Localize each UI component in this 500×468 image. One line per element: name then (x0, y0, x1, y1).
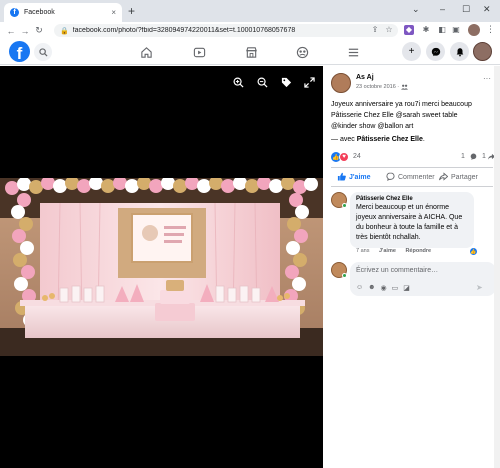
sticker-icon[interactable]: ◪ (403, 284, 410, 292)
comment-placeholder: Écrivez un commentaire… (356, 267, 439, 274)
comment-bubble: Pâtisserie Chez Elle Merci beaucoup et u… (350, 192, 474, 248)
current-user-avatar[interactable] (331, 262, 347, 278)
groups-icon[interactable] (294, 44, 310, 60)
facebook-favicon-icon: f (10, 8, 19, 17)
composer-tools: ☺ ☻ ◉ ▭ ◪ (356, 284, 410, 292)
share-arrow-icon (439, 172, 449, 183)
browser-profile-avatar[interactable] (468, 24, 480, 36)
share-button[interactable]: Partager (439, 171, 478, 184)
fullscreen-icon[interactable] (303, 76, 315, 88)
notifications-bell-icon[interactable] (450, 42, 469, 61)
zoom-in-icon[interactable] (232, 76, 244, 88)
online-status-dot (342, 273, 347, 278)
facebook-top-nav: f + (0, 39, 500, 65)
author-avatar[interactable] (331, 73, 351, 93)
share-page-icon[interactable]: ⇪ (370, 25, 380, 35)
side-panel-icon[interactable]: ▣ (451, 25, 461, 35)
like-button[interactable]: J'aime (337, 171, 371, 184)
caption-line: @kinder show @ballon art (331, 123, 414, 130)
commenter-name[interactable]: Pâtisserie Chez Elle (356, 196, 468, 202)
caption-line: Pâtisserie Chez Elle @sarah sweet table (331, 112, 458, 119)
search-icon[interactable] (34, 43, 52, 61)
comment-meta: 7 ans J'aime Répondre (356, 248, 439, 254)
menu-icon[interactable] (345, 44, 361, 60)
watch-video-icon[interactable] (191, 44, 207, 60)
close-window-button[interactable]: ✕ (483, 4, 491, 15)
author-name[interactable]: As Aj (356, 74, 374, 81)
comment-bubble-icon (386, 172, 395, 183)
back-icon[interactable]: ← (4, 26, 18, 36)
comment-label: Commenter (398, 174, 435, 181)
comment-count-icon (470, 153, 477, 162)
tagged-page-link[interactable]: Pâtisserie Chez Elle (357, 136, 423, 143)
create-plus-icon[interactable]: + (402, 42, 421, 61)
zoom-out-icon[interactable] (256, 76, 268, 88)
tagged-with: — avec Pâtisserie Chez Elle. (331, 134, 496, 145)
messenger-icon[interactable] (426, 42, 445, 61)
page-scrollbar[interactable] (494, 66, 500, 468)
post-details-panel: As Aj 23 octobre 2016 · ··· Joyeux anniv… (323, 66, 500, 468)
party-decoration-photo (0, 178, 323, 356)
comment-button[interactable]: Commenter (386, 171, 435, 184)
caption-line: Joyeux anniversaire ya rou7i merci beauc… (331, 101, 472, 108)
url-text: facebook.com/photo/?fbid=328094974220011… (72, 27, 296, 34)
comment-text: Merci beaucoup et un énorme joyeux anniv… (356, 204, 463, 241)
url-field[interactable]: 🔒 facebook.com/photo/?fbid=3280949742200… (54, 24, 398, 37)
browser-menu-icon[interactable]: ⋮ (486, 24, 495, 35)
gif-icon[interactable]: ▭ (392, 284, 399, 292)
extension-icon[interactable]: ◧ (437, 25, 447, 35)
comment-age[interactable]: 7 ans (356, 248, 369, 254)
extension-colored-icon[interactable]: ◆ (404, 25, 414, 35)
with-suffix: . (422, 136, 425, 143)
profile-avatar[interactable] (473, 42, 492, 61)
more-options-icon[interactable]: ··· (483, 74, 491, 83)
tab-close-icon[interactable]: × (111, 8, 116, 17)
friends-audience-icon[interactable] (401, 84, 408, 92)
online-status-dot (342, 203, 347, 208)
browser-tab[interactable]: f Facebook × (4, 3, 122, 22)
tab-title: Facebook (24, 9, 55, 16)
home-icon[interactable] (138, 44, 154, 60)
camera-icon[interactable]: ◉ (381, 284, 387, 292)
share-label: Partager (451, 174, 478, 181)
emoji-icon[interactable]: ☻ (368, 284, 375, 292)
lock-icon: 🔒 (60, 27, 69, 35)
photo-viewer (0, 66, 323, 468)
with-prefix: — avec (331, 136, 355, 143)
thumbs-up-icon (337, 172, 346, 183)
tag-icon[interactable] (280, 76, 292, 88)
reaction-count[interactable]: 24 (353, 153, 361, 160)
commenter-avatar[interactable] (331, 192, 347, 208)
forward-icon[interactable]: → (18, 26, 32, 36)
post-actions: J'aime Commenter Partager (331, 167, 493, 187)
bookmark-star-icon[interactable]: ☆ (384, 25, 394, 35)
comment-input[interactable]: Écrivez un commentaire… ☺ ☻ ◉ ▭ ◪ ➤ (350, 262, 496, 296)
minimize-button[interactable]: – (440, 4, 445, 14)
comment-reply-link[interactable]: Répondre (405, 248, 431, 254)
comment-like-link[interactable]: J'aime (379, 248, 396, 254)
post-date[interactable]: 23 octobre 2016 · (356, 84, 399, 90)
post-caption: Joyeux anniversaire ya rou7i merci beauc… (331, 99, 496, 145)
like-label: J'aime (349, 174, 371, 181)
comment-like-badge-icon[interactable]: 👍 (469, 247, 478, 256)
marketplace-icon[interactable] (243, 44, 259, 60)
extension-puzzle-icon[interactable]: ✱ (421, 25, 431, 35)
comment-count[interactable]: 1 (461, 153, 465, 160)
browser-tab-bar: f Facebook × + ⌄ – ☐ ✕ (0, 0, 500, 22)
tab-search-icon[interactable]: ⌄ (412, 4, 420, 15)
love-reaction-icon: ♥ (339, 152, 349, 162)
reaction-summary[interactable]: 👍 ♥ 24 1 1 (331, 152, 495, 162)
share-count[interactable]: 1 (482, 153, 486, 160)
reload-icon[interactable]: ↻ (32, 25, 46, 36)
facebook-logo-icon[interactable]: f (9, 41, 30, 62)
send-icon[interactable]: ➤ (476, 283, 483, 292)
new-tab-button[interactable]: + (128, 4, 135, 18)
avatar-sticker-icon[interactable]: ☺ (356, 284, 363, 292)
maximize-button[interactable]: ☐ (462, 4, 470, 15)
